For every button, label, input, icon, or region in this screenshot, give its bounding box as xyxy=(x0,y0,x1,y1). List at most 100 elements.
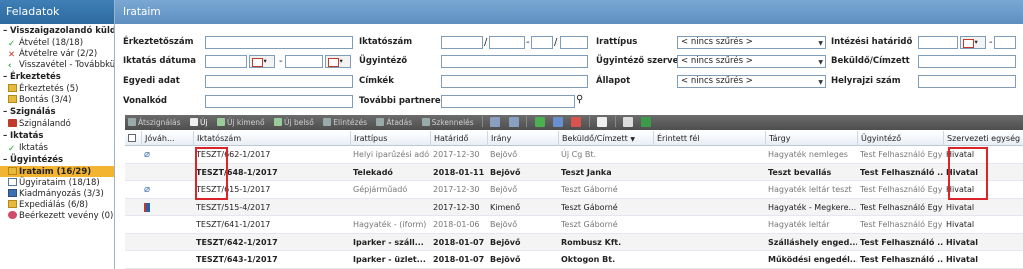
sidebar-item[interactable]: Kiadmányozás (3/3) xyxy=(0,188,114,199)
szkenneles-button[interactable]: Szkennelés xyxy=(419,115,478,130)
ugyintezo-szervezet-select[interactable]: < nincs szűrés > xyxy=(677,55,826,68)
col-bekuldo[interactable]: Beküldő/Címzett ▼ xyxy=(558,131,653,146)
word-export-icon[interactable] xyxy=(597,117,608,127)
irattipus-select[interactable]: < nincs szűrés > xyxy=(677,36,826,49)
calendar-from-icon[interactable]: ▾ xyxy=(249,55,275,68)
calendar-hatarido-icon[interactable]: ▾ xyxy=(960,36,986,49)
sidebar-section[interactable]: Visszaigazolandó küldemé xyxy=(0,25,114,37)
tovabbi-partnerek-input[interactable] xyxy=(441,95,575,108)
sidebar-item[interactable]: ✓ Iktatás xyxy=(0,142,114,154)
cell-iktato[interactable]: TESZT/662-1/2017 xyxy=(193,146,350,163)
edit-icon[interactable] xyxy=(490,117,501,127)
red-flag-icon[interactable] xyxy=(571,117,582,127)
bekuldo-cimzett-input[interactable] xyxy=(918,55,1016,68)
cell-erintett xyxy=(653,146,765,163)
stamp-icon xyxy=(8,119,17,127)
sidebar-item[interactable]: Bontás (3/4) xyxy=(0,94,114,105)
helyrajzi-szam-input[interactable] xyxy=(918,75,1016,88)
cimkek-input[interactable] xyxy=(441,75,588,88)
cell-bekuldo: Teszt Gáborné xyxy=(561,220,618,229)
table-row[interactable]: ⌀ TESZT/615-1/2017 Gépjárműadó 2017-12-30 Be… xyxy=(125,181,1023,199)
egyedi-adat-input[interactable] xyxy=(205,75,353,88)
sidebar-section[interactable]: Ügyintézés xyxy=(0,154,114,166)
cell-iktato[interactable]: TESZT/641-1/2017 xyxy=(193,216,350,233)
allapot-select[interactable]: < nincs szűrés > xyxy=(677,75,826,88)
sidebar: Feladatok Visszaigazolandó küldemé✓Átvét… xyxy=(0,0,115,269)
select-all-checkbox[interactable] xyxy=(125,131,138,146)
table-row[interactable]: TESZT/642-1/2017 Iparker - száll... 2018-0… xyxy=(125,233,1023,251)
col-irattipus[interactable]: Irattípus xyxy=(350,131,430,146)
table-row[interactable]: ⌀ TESZT/662-1/2017 Helyi iparűzési adó 2017… xyxy=(125,146,1023,164)
col-erintett[interactable]: Érintett fél xyxy=(653,131,765,146)
sidebar-item[interactable]: Beérkezett vevény (0) xyxy=(0,210,114,221)
erkeztetoszam-input[interactable] xyxy=(205,36,353,49)
sidebar-item[interactable]: ✓ Átvétel (18/18) xyxy=(0,37,114,49)
sidebar-item[interactable]: ‹ Visszavétel - Továbbküldé xyxy=(0,59,114,71)
col-iktatoszam[interactable]: Iktatószám xyxy=(193,131,350,146)
attachment-icon[interactable]: ⌀ xyxy=(144,184,150,195)
new-button[interactable]: Új xyxy=(187,115,212,130)
sidebar-section[interactable]: Szignálás xyxy=(0,106,114,118)
elintezes-button[interactable]: Elintézés xyxy=(320,115,371,130)
sidebar-item-label: Érkeztetés (5) xyxy=(19,84,79,94)
sidebar-item[interactable]: Expediálás (6/8) xyxy=(0,199,114,210)
label-ugyintezo: Ügyintéző xyxy=(359,56,408,66)
table-body: ⌀ TESZT/662-1/2017 Helyi iparűzési adó 2017… xyxy=(125,146,1023,269)
sidebar-item-label: Expediálás (6/8) xyxy=(19,200,89,210)
iktatoszam-prefix: TESZT xyxy=(196,255,224,264)
view-icon[interactable] xyxy=(508,117,519,127)
col-ugyintezo[interactable]: Ügyintéző xyxy=(857,131,943,146)
print-icon[interactable] xyxy=(623,117,633,127)
cell-iktato[interactable]: TESZT/643-1/2017 xyxy=(193,251,350,268)
blue-flag-icon[interactable] xyxy=(553,117,564,127)
new-internal-button[interactable]: Új belső xyxy=(271,115,318,130)
sidebar-item[interactable]: ✕ Átvételre vár (2/2) xyxy=(0,48,114,60)
cell-iktato[interactable]: TESZT/642-1/2017 xyxy=(193,234,350,251)
cell-irattipus xyxy=(350,199,430,216)
iktatoszam-part4-input[interactable] xyxy=(560,36,588,49)
atszignalas-button[interactable]: Átszignálás xyxy=(125,115,185,130)
new-outgoing-button[interactable]: Új kimenő xyxy=(214,115,269,130)
green-flag-icon[interactable] xyxy=(534,117,545,127)
table-row[interactable]: TESZT/648-1/2017 Telekadó 2018-01-11 Bejövő… xyxy=(125,163,1023,181)
attachment-icon[interactable]: ⌀ xyxy=(144,149,150,160)
sidebar-section[interactable]: Érkeztetés xyxy=(0,71,114,83)
col-jovah[interactable]: Jóváh... xyxy=(141,131,193,146)
sidebar-item[interactable]: Szignálandó xyxy=(0,118,114,129)
table-row[interactable]: TESZT/515-4/2017 2017-12-30 Kimenő Teszt Gá… xyxy=(125,198,1023,216)
cell-targy: Hagyaték leltár teszt xyxy=(768,185,852,194)
iktatoszam-part1-input[interactable] xyxy=(441,36,483,49)
cell-iktato[interactable]: TESZT/648-1/2017 xyxy=(193,164,350,181)
col-irany[interactable]: Irány xyxy=(487,131,558,146)
intezesi-hatarido-input[interactable] xyxy=(918,36,958,49)
label-cimkek: Címkék xyxy=(359,76,394,86)
col-hatarido[interactable]: Határidő xyxy=(430,131,487,146)
col-targy[interactable]: Tárgy xyxy=(765,131,857,146)
iktatas-datum-to-input[interactable] xyxy=(285,55,323,68)
book-icon[interactable] xyxy=(144,202,150,212)
document-icon xyxy=(8,178,17,186)
iktatoszam-part2-input[interactable] xyxy=(489,36,525,49)
cell-irattipus: Gépjárműadó xyxy=(353,185,408,194)
sidebar-item[interactable]: Irataim (16/29) xyxy=(0,166,114,177)
col-szervezeti[interactable]: Szervezeti egység xyxy=(943,131,1023,146)
excel-export-icon[interactable] xyxy=(641,117,652,127)
search-icon[interactable]: ⚲ xyxy=(576,94,583,105)
vonalkod-input[interactable] xyxy=(205,95,353,108)
intezesi-hatarido-to-input[interactable] xyxy=(994,36,1016,49)
table-row[interactable]: TESZT/643-1/2017 Iparker - üzlet... 2018-0… xyxy=(125,251,1023,269)
sidebar-title: Feladatok xyxy=(0,0,114,24)
cell-iktato[interactable]: TESZT/515-4/2017 xyxy=(193,199,350,216)
sidebar-section[interactable]: Iktatás xyxy=(0,130,114,142)
table-row[interactable]: TESZT/641-1/2017 Hagyaték - (iform) 2018-0… xyxy=(125,216,1023,234)
sidebar-item[interactable]: Érkeztetés (5) xyxy=(0,83,114,94)
iktatoszam-prefix: TESZT xyxy=(196,167,224,177)
filter-panel: Érkeztetőszám Iktatás dátuma Egyedi adat… xyxy=(115,33,1023,110)
calendar-to-icon[interactable]: ▾ xyxy=(325,55,351,68)
ugyintezo-input[interactable] xyxy=(441,55,588,68)
atadas-button[interactable]: Átadás xyxy=(373,115,416,130)
cell-iktato[interactable]: TESZT/615-1/2017 xyxy=(193,181,350,198)
sidebar-item[interactable]: Ügyirataim (18/18) xyxy=(0,177,114,188)
iktatas-datum-from-input[interactable] xyxy=(205,55,247,68)
iktatoszam-part3-input[interactable] xyxy=(531,36,553,49)
